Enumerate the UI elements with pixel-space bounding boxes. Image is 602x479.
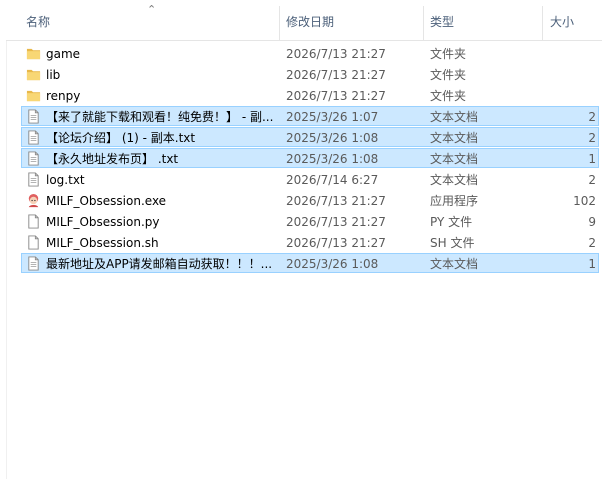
navigation-pane-edge	[0, 0, 7, 479]
file-date: 2026/7/13 21:27	[286, 215, 386, 229]
file-row[interactable]: 最新地址及APP请发邮箱自动获取！！！... 2025/3/26 1:08 文本文档…	[21, 253, 599, 273]
column-divider[interactable]	[542, 6, 543, 40]
column-header-date[interactable]: 修改日期	[286, 0, 334, 40]
file-size: 1	[588, 152, 596, 166]
file-row[interactable]: MILF_Obsession.exe 2026/7/13 21:27 应用程序 102	[21, 190, 599, 210]
text-file-icon	[26, 256, 41, 271]
file-date: 2026/7/13 21:27	[286, 47, 386, 61]
file-type: 文件夹	[430, 47, 467, 61]
file-type: 文本文档	[430, 152, 479, 166]
file-date: 2026/7/13 21:27	[286, 89, 386, 103]
folder-icon	[26, 67, 41, 82]
file-size	[546, 65, 596, 85]
file-size	[546, 44, 596, 64]
app-exe-icon	[26, 193, 41, 208]
file-size: 1	[588, 257, 596, 271]
file-name: MILF_Obsession.exe	[46, 194, 167, 208]
text-file-icon	[26, 130, 41, 145]
folder-icon	[26, 46, 41, 61]
column-header-bar: ⌃ 名称 修改日期 类型 大小	[6, 0, 602, 41]
file-row[interactable]: log.txt 2026/7/14 6:27 文本文档 2	[21, 169, 599, 189]
column-header-type[interactable]: 类型	[430, 0, 454, 40]
text-file-icon	[26, 151, 41, 166]
file-name: 【来了就能下载和观看！纯免费！】 - 副...	[46, 110, 274, 124]
text-file-icon	[26, 172, 41, 187]
file-date: 2025/3/26 1:08	[286, 257, 379, 271]
file-size: 2	[588, 131, 596, 145]
file-date: 2026/7/14 6:27	[286, 173, 379, 187]
file-name: 最新地址及APP请发邮箱自动获取！！！...	[46, 257, 273, 271]
column-divider[interactable]	[423, 6, 424, 40]
file-date: 2025/3/26 1:08	[286, 152, 379, 166]
file-row[interactable]: 【永久地址发布页】 .txt 2025/3/26 1:08 文本文档 1	[21, 148, 599, 168]
file-name: 【永久地址发布页】 .txt	[46, 152, 179, 166]
file-date: 2026/7/13 21:27	[286, 68, 386, 82]
file-type: 文件夹	[430, 89, 467, 103]
file-type: 文件夹	[430, 68, 467, 82]
column-header-size[interactable]: 大小	[550, 0, 574, 40]
blank-file-icon	[26, 214, 41, 229]
file-name: renpy	[46, 89, 81, 103]
file-type: SH 文件	[430, 236, 475, 250]
file-type: PY 文件	[430, 215, 473, 229]
file-name: 【论坛介绍】 (1) - 副本.txt	[46, 131, 196, 145]
file-size	[546, 86, 596, 106]
file-row[interactable]: lib 2026/7/13 21:27 文件夹	[21, 64, 599, 84]
file-type: 文本文档	[430, 173, 479, 187]
file-date: 2026/7/13 21:27	[286, 236, 386, 250]
file-name: log.txt	[46, 173, 85, 187]
file-size: 2	[588, 173, 596, 187]
file-name: MILF_Obsession.sh	[46, 236, 159, 250]
file-name: game	[46, 47, 81, 61]
file-type: 文本文档	[430, 257, 479, 271]
file-row[interactable]: 【论坛介绍】 (1) - 副本.txt 2025/3/26 1:08 文本文档 2	[21, 127, 599, 147]
file-name: MILF_Obsession.py	[46, 215, 160, 229]
file-row[interactable]: game 2026/7/13 21:27 文件夹	[21, 43, 599, 63]
file-type: 应用程序	[430, 194, 479, 208]
column-divider[interactable]	[279, 6, 280, 40]
file-row[interactable]: MILF_Obsession.sh 2026/7/13 21:27 SH 文件 2	[21, 232, 599, 252]
blank-file-icon	[26, 235, 41, 250]
file-date: 2026/7/13 21:27	[286, 194, 386, 208]
column-header-name[interactable]: 名称	[26, 0, 50, 40]
file-row[interactable]: renpy 2026/7/13 21:27 文件夹	[21, 85, 599, 105]
file-date: 2025/3/26 1:07	[286, 110, 379, 124]
file-type: 文本文档	[430, 110, 479, 124]
file-size: 102	[573, 194, 596, 208]
sort-ascending-icon: ⌃	[147, 3, 157, 16]
folder-icon	[26, 88, 41, 103]
file-size: 2	[588, 236, 596, 250]
text-file-icon	[26, 109, 41, 124]
file-name: lib	[46, 68, 61, 82]
file-type: 文本文档	[430, 131, 479, 145]
file-size: 9	[588, 215, 596, 229]
file-row[interactable]: 【来了就能下载和观看！纯免费！】 - 副... 2025/3/26 1:07 文本文…	[21, 106, 599, 126]
file-row[interactable]: MILF_Obsession.py 2026/7/13 21:27 PY 文件 9	[21, 211, 599, 231]
file-date: 2025/3/26 1:08	[286, 131, 379, 145]
file-size: 2	[588, 110, 596, 124]
